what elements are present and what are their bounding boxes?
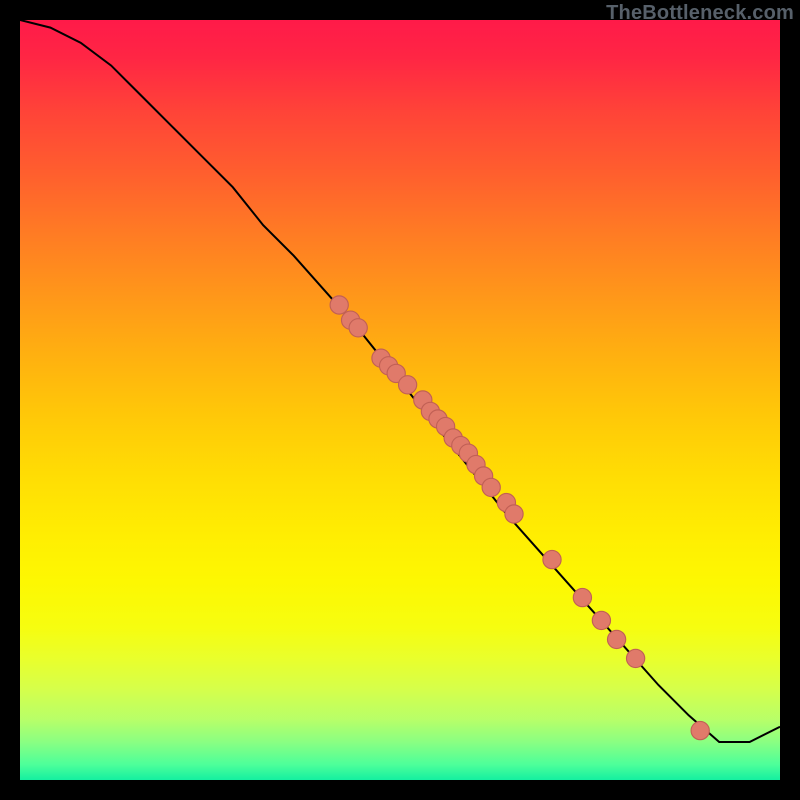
chart-stage: { "watermark": "TheBottleneck.com", "col… bbox=[0, 0, 800, 800]
marker-group bbox=[330, 296, 709, 740]
data-marker bbox=[573, 588, 591, 606]
data-marker bbox=[505, 505, 523, 523]
data-marker bbox=[398, 376, 416, 394]
data-marker bbox=[691, 721, 709, 739]
data-marker bbox=[592, 611, 610, 629]
watermark-text: TheBottleneck.com bbox=[606, 2, 794, 25]
data-marker bbox=[607, 630, 625, 648]
data-marker bbox=[482, 478, 500, 496]
chart-overlay-svg bbox=[20, 20, 780, 780]
data-marker bbox=[349, 319, 367, 337]
data-marker bbox=[543, 550, 561, 568]
data-marker bbox=[330, 296, 348, 314]
plot-area bbox=[20, 20, 780, 780]
data-marker bbox=[626, 649, 644, 667]
